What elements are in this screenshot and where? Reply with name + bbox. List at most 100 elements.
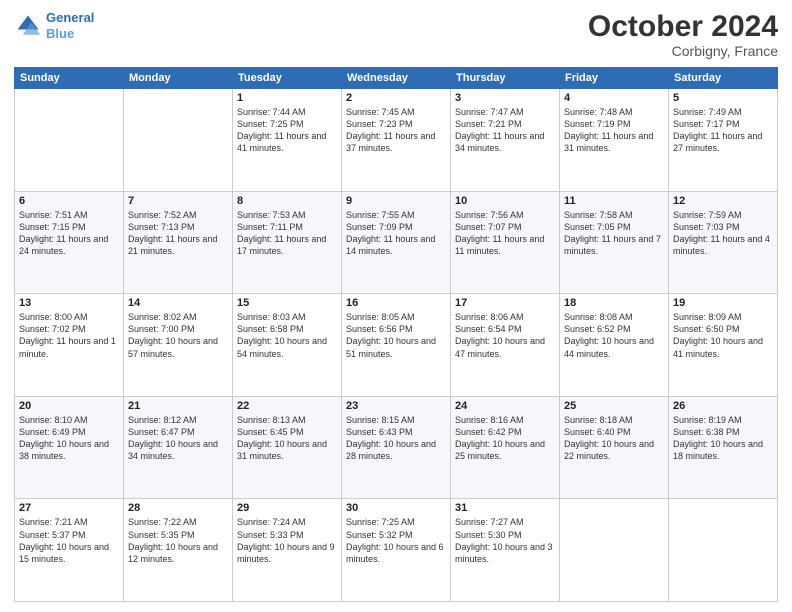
col-sunday: Sunday: [15, 68, 124, 89]
calendar-cell-4-1: 28 Sunrise: 7:22 AMSunset: 5:35 PMDaylig…: [124, 499, 233, 602]
calendar-cell-2-6: 19 Sunrise: 8:09 AMSunset: 6:50 PMDaylig…: [669, 294, 778, 397]
day-number: 28: [128, 502, 228, 514]
week-row-4: 20 Sunrise: 8:10 AMSunset: 6:49 PMDaylig…: [15, 396, 778, 499]
day-info: Sunrise: 7:56 AMSunset: 7:07 PMDaylight:…: [455, 209, 555, 258]
day-info: Sunrise: 7:49 AMSunset: 7:17 PMDaylight:…: [673, 106, 773, 155]
day-info: Sunrise: 7:44 AMSunset: 7:25 PMDaylight:…: [237, 106, 337, 155]
col-tuesday: Tuesday: [233, 68, 342, 89]
day-number: 12: [673, 195, 773, 207]
day-number: 11: [564, 195, 664, 207]
day-number: 16: [346, 297, 446, 309]
day-info: Sunrise: 8:02 AMSunset: 7:00 PMDaylight:…: [128, 311, 228, 360]
calendar-cell-2-3: 16 Sunrise: 8:05 AMSunset: 6:56 PMDaylig…: [342, 294, 451, 397]
calendar-cell-2-5: 18 Sunrise: 8:08 AMSunset: 6:52 PMDaylig…: [560, 294, 669, 397]
calendar-cell-1-3: 9 Sunrise: 7:55 AMSunset: 7:09 PMDayligh…: [342, 191, 451, 294]
day-info: Sunrise: 7:47 AMSunset: 7:21 PMDaylight:…: [455, 106, 555, 155]
calendar-cell-4-0: 27 Sunrise: 7:21 AMSunset: 5:37 PMDaylig…: [15, 499, 124, 602]
day-info: Sunrise: 7:58 AMSunset: 7:05 PMDaylight:…: [564, 209, 664, 258]
calendar-cell-1-6: 12 Sunrise: 7:59 AMSunset: 7:03 PMDaylig…: [669, 191, 778, 294]
calendar-cell-2-4: 17 Sunrise: 8:06 AMSunset: 6:54 PMDaylig…: [451, 294, 560, 397]
day-info: Sunrise: 7:25 AMSunset: 5:32 PMDaylight:…: [346, 516, 446, 565]
calendar-cell-3-6: 26 Sunrise: 8:19 AMSunset: 6:38 PMDaylig…: [669, 396, 778, 499]
day-number: 15: [237, 297, 337, 309]
day-number: 20: [19, 400, 119, 412]
day-info: Sunrise: 8:03 AMSunset: 6:58 PMDaylight:…: [237, 311, 337, 360]
col-wednesday: Wednesday: [342, 68, 451, 89]
day-number: 14: [128, 297, 228, 309]
day-info: Sunrise: 8:10 AMSunset: 6:49 PMDaylight:…: [19, 414, 119, 463]
day-info: Sunrise: 7:24 AMSunset: 5:33 PMDaylight:…: [237, 516, 337, 565]
day-number: 23: [346, 400, 446, 412]
day-number: 10: [455, 195, 555, 207]
calendar-page: General Blue October 2024 Corbigny, Fran…: [0, 0, 792, 612]
day-number: 7: [128, 195, 228, 207]
day-number: 9: [346, 195, 446, 207]
col-saturday: Saturday: [669, 68, 778, 89]
day-info: Sunrise: 8:00 AMSunset: 7:02 PMDaylight:…: [19, 311, 119, 360]
logo-icon: [14, 12, 42, 40]
calendar-cell-0-3: 2 Sunrise: 7:45 AMSunset: 7:23 PMDayligh…: [342, 89, 451, 192]
calendar-cell-1-0: 6 Sunrise: 7:51 AMSunset: 7:15 PMDayligh…: [15, 191, 124, 294]
day-number: 27: [19, 502, 119, 514]
week-row-2: 6 Sunrise: 7:51 AMSunset: 7:15 PMDayligh…: [15, 191, 778, 294]
calendar-cell-0-6: 5 Sunrise: 7:49 AMSunset: 7:17 PMDayligh…: [669, 89, 778, 192]
month-title: October 2024: [588, 10, 778, 43]
calendar-cell-1-4: 10 Sunrise: 7:56 AMSunset: 7:07 PMDaylig…: [451, 191, 560, 294]
calendar-header-row: Sunday Monday Tuesday Wednesday Thursday…: [15, 68, 778, 89]
calendar-cell-0-1: [124, 89, 233, 192]
day-number: 4: [564, 92, 664, 104]
day-info: Sunrise: 8:08 AMSunset: 6:52 PMDaylight:…: [564, 311, 664, 360]
day-info: Sunrise: 7:21 AMSunset: 5:37 PMDaylight:…: [19, 516, 119, 565]
day-number: 29: [237, 502, 337, 514]
calendar-cell-0-4: 3 Sunrise: 7:47 AMSunset: 7:21 PMDayligh…: [451, 89, 560, 192]
day-info: Sunrise: 8:06 AMSunset: 6:54 PMDaylight:…: [455, 311, 555, 360]
logo-text: General Blue: [46, 10, 94, 41]
title-section: October 2024 Corbigny, France: [588, 10, 778, 59]
day-number: 17: [455, 297, 555, 309]
calendar-table: Sunday Monday Tuesday Wednesday Thursday…: [14, 67, 778, 602]
calendar-cell-2-0: 13 Sunrise: 8:00 AMSunset: 7:02 PMDaylig…: [15, 294, 124, 397]
day-info: Sunrise: 7:45 AMSunset: 7:23 PMDaylight:…: [346, 106, 446, 155]
calendar-cell-4-3: 30 Sunrise: 7:25 AMSunset: 5:32 PMDaylig…: [342, 499, 451, 602]
day-number: 21: [128, 400, 228, 412]
day-number: 26: [673, 400, 773, 412]
calendar-cell-4-6: [669, 499, 778, 602]
calendar-cell-4-2: 29 Sunrise: 7:24 AMSunset: 5:33 PMDaylig…: [233, 499, 342, 602]
calendar-cell-3-2: 22 Sunrise: 8:13 AMSunset: 6:45 PMDaylig…: [233, 396, 342, 499]
day-info: Sunrise: 7:22 AMSunset: 5:35 PMDaylight:…: [128, 516, 228, 565]
calendar-cell-0-2: 1 Sunrise: 7:44 AMSunset: 7:25 PMDayligh…: [233, 89, 342, 192]
calendar-cell-1-5: 11 Sunrise: 7:58 AMSunset: 7:05 PMDaylig…: [560, 191, 669, 294]
calendar-cell-0-5: 4 Sunrise: 7:48 AMSunset: 7:19 PMDayligh…: [560, 89, 669, 192]
day-info: Sunrise: 8:16 AMSunset: 6:42 PMDaylight:…: [455, 414, 555, 463]
day-number: 31: [455, 502, 555, 514]
week-row-5: 27 Sunrise: 7:21 AMSunset: 5:37 PMDaylig…: [15, 499, 778, 602]
calendar-cell-0-0: [15, 89, 124, 192]
col-monday: Monday: [124, 68, 233, 89]
location-subtitle: Corbigny, France: [588, 43, 778, 59]
calendar-cell-3-3: 23 Sunrise: 8:15 AMSunset: 6:43 PMDaylig…: [342, 396, 451, 499]
day-info: Sunrise: 7:55 AMSunset: 7:09 PMDaylight:…: [346, 209, 446, 258]
day-info: Sunrise: 8:09 AMSunset: 6:50 PMDaylight:…: [673, 311, 773, 360]
day-number: 5: [673, 92, 773, 104]
calendar-cell-3-1: 21 Sunrise: 8:12 AMSunset: 6:47 PMDaylig…: [124, 396, 233, 499]
week-row-3: 13 Sunrise: 8:00 AMSunset: 7:02 PMDaylig…: [15, 294, 778, 397]
calendar-cell-2-2: 15 Sunrise: 8:03 AMSunset: 6:58 PMDaylig…: [233, 294, 342, 397]
day-number: 6: [19, 195, 119, 207]
calendar-cell-3-4: 24 Sunrise: 8:16 AMSunset: 6:42 PMDaylig…: [451, 396, 560, 499]
day-number: 1: [237, 92, 337, 104]
day-info: Sunrise: 8:05 AMSunset: 6:56 PMDaylight:…: [346, 311, 446, 360]
day-info: Sunrise: 8:12 AMSunset: 6:47 PMDaylight:…: [128, 414, 228, 463]
day-info: Sunrise: 7:27 AMSunset: 5:30 PMDaylight:…: [455, 516, 555, 565]
day-number: 18: [564, 297, 664, 309]
calendar-cell-3-0: 20 Sunrise: 8:10 AMSunset: 6:49 PMDaylig…: [15, 396, 124, 499]
day-info: Sunrise: 7:51 AMSunset: 7:15 PMDaylight:…: [19, 209, 119, 258]
day-number: 13: [19, 297, 119, 309]
col-thursday: Thursday: [451, 68, 560, 89]
day-number: 25: [564, 400, 664, 412]
week-row-1: 1 Sunrise: 7:44 AMSunset: 7:25 PMDayligh…: [15, 89, 778, 192]
calendar-cell-4-5: [560, 499, 669, 602]
day-info: Sunrise: 7:52 AMSunset: 7:13 PMDaylight:…: [128, 209, 228, 258]
day-number: 19: [673, 297, 773, 309]
day-info: Sunrise: 7:48 AMSunset: 7:19 PMDaylight:…: [564, 106, 664, 155]
calendar-cell-3-5: 25 Sunrise: 8:18 AMSunset: 6:40 PMDaylig…: [560, 396, 669, 499]
